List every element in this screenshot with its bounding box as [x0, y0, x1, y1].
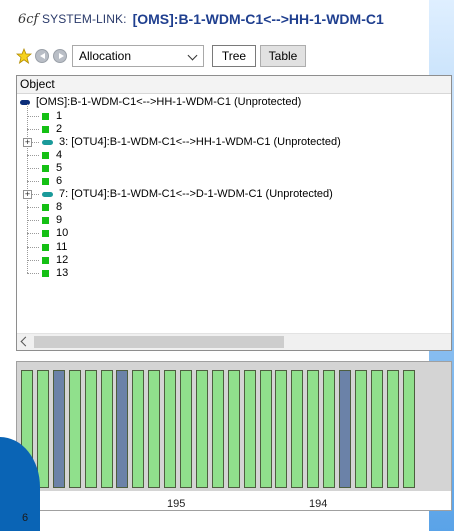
- tree-node-label: 4: [56, 148, 63, 161]
- slot-free[interactable]: [386, 370, 399, 488]
- timeslot-icon: [42, 269, 49, 277]
- object-tree: [OMS]:B-1-WDM-C1<-->HH-1-WDM-C1 (Unprote…: [17, 94, 451, 334]
- timeslot-icon: [42, 230, 49, 238]
- tree-node-label: 10: [56, 227, 69, 240]
- horizontal-scrollbar[interactable]: [17, 333, 451, 350]
- timeslot-icon: [42, 178, 49, 185]
- chevron-down-icon: [187, 50, 198, 61]
- title-prefix: SYSTEM-LINK:: [42, 12, 127, 26]
- tree-root-row[interactable]: [OMS]:B-1-WDM-C1<-->HH-1-WDM-C1 (Unprote…: [20, 96, 301, 109]
- slot-free[interactable]: [180, 370, 192, 488]
- tree-leaf-row[interactable]: 13: [17, 267, 68, 280]
- expand-icon[interactable]: +: [23, 190, 32, 200]
- toolbar: Allocation Tree Table: [16, 42, 452, 70]
- table-view-button[interactable]: Table: [260, 45, 306, 67]
- timeslot-icon: [42, 125, 49, 133]
- slot-free[interactable]: [100, 370, 113, 488]
- expand-icon[interactable]: +: [23, 137, 32, 147]
- view-mode-dropdown[interactable]: Allocation: [72, 45, 204, 67]
- tree-node-label: 1: [56, 109, 63, 122]
- timeslot-icon: [42, 243, 49, 251]
- object-tree-panel: Object [OMS]:B-1-WDM-C1<-->HH-1-WDM-C1 (…: [16, 75, 452, 351]
- tree-leaf-row[interactable]: 2: [17, 123, 62, 136]
- tree-leaf-row[interactable]: 6: [17, 175, 62, 188]
- tree-leaf-row[interactable]: 8: [17, 201, 62, 214]
- slot-free[interactable]: [132, 370, 145, 488]
- tree-node-label: 2: [56, 122, 63, 135]
- tree-leaf-row[interactable]: 4: [17, 149, 62, 162]
- tree-node-label: 13: [56, 266, 69, 279]
- slot-free[interactable]: [195, 370, 208, 488]
- timeslot-icon: [42, 164, 49, 172]
- timeslot-icon: [42, 204, 49, 212]
- page-title: [OMS]:B-1-WDM-C1<-->HH-1-WDM-C1: [132, 11, 384, 27]
- tree-leaf-row[interactable]: 9: [17, 214, 62, 227]
- tree-node-label: 12: [56, 253, 69, 266]
- spectrum-slot-view: 195 194: [16, 361, 452, 511]
- tree-node-label: 5: [56, 161, 63, 174]
- timeslot-icon: [42, 256, 49, 264]
- tree-leaf-row[interactable]: 10: [17, 227, 68, 240]
- tree-leaf-row[interactable]: 5: [17, 162, 62, 175]
- tree-leaf-row[interactable]: 12: [17, 254, 68, 267]
- tree-node-label: 7: [OTU4]:B-1-WDM-C1<-->D-1-WDM-C1 (Unpr…: [59, 188, 333, 201]
- slot-free[interactable]: [323, 370, 336, 488]
- slot-used[interactable]: [116, 370, 129, 488]
- slot-free[interactable]: [36, 370, 49, 488]
- slot-axis: 195 194: [17, 491, 451, 510]
- slot-used[interactable]: [52, 370, 65, 488]
- column-header-object[interactable]: Object: [17, 76, 451, 94]
- slot-axis-label-0: 6: [22, 512, 29, 524]
- slot-free[interactable]: [259, 370, 272, 488]
- tree-node-label: 3: [OTU4]:B-1-WDM-C1<-->HH-1-WDM-C1 (Unp…: [59, 135, 341, 148]
- slot-free[interactable]: [148, 370, 161, 488]
- timeslot-icon: [42, 151, 49, 159]
- slot-free[interactable]: [68, 370, 81, 488]
- view-mode-value: Allocation: [79, 49, 132, 63]
- slot-free[interactable]: [291, 370, 304, 488]
- system-link-icon: 6cf: [18, 11, 39, 27]
- slot-free[interactable]: [84, 370, 97, 488]
- scrollbar-thumb[interactable]: [34, 336, 284, 348]
- slot-free[interactable]: [370, 370, 383, 488]
- nav-forward-icon[interactable]: [52, 48, 68, 64]
- star-icon[interactable]: [16, 48, 32, 64]
- timeslot-icon: [42, 217, 49, 225]
- otu-link-icon: [42, 139, 53, 145]
- slot-free[interactable]: [307, 370, 320, 488]
- tree-node-label: 9: [56, 214, 63, 227]
- otu-link-icon: [42, 192, 53, 198]
- tree-root-label: [OMS]:B-1-WDM-C1<-->HH-1-WDM-C1 (Unprote…: [36, 96, 302, 108]
- tree-leaf-row[interactable]: 1: [17, 110, 62, 123]
- slot-axis-label-1: 195: [167, 498, 186, 510]
- slot-free[interactable]: [402, 370, 415, 488]
- tree-link-row[interactable]: +7: [OTU4]:B-1-WDM-C1<-->D-1-WDM-C1 (Unp…: [17, 188, 333, 201]
- tree-node-label: 8: [56, 201, 63, 214]
- slot-free[interactable]: [227, 370, 240, 488]
- slot-used[interactable]: [339, 370, 351, 488]
- oms-link-icon: [20, 100, 30, 105]
- scroll-left-icon[interactable]: [20, 336, 31, 347]
- tree-view-button[interactable]: Tree: [212, 45, 256, 67]
- slot-free[interactable]: [275, 370, 288, 488]
- tree-node-label: 6: [56, 175, 63, 187]
- nav-back-icon[interactable]: [34, 48, 50, 64]
- slot-free[interactable]: [243, 370, 256, 488]
- slot-free[interactable]: [354, 370, 367, 488]
- title-bar: 6cf SYSTEM-LINK: [OMS]:B-1-WDM-C1<-->HH-…: [0, 0, 454, 38]
- tree-link-row[interactable]: +3: [OTU4]:B-1-WDM-C1<-->HH-1-WDM-C1 (Un…: [17, 136, 341, 149]
- slot-free[interactable]: [211, 370, 224, 488]
- timeslot-icon: [42, 112, 49, 120]
- tree-leaf-row[interactable]: 11: [17, 241, 67, 254]
- tree-node-label: 11: [56, 240, 68, 253]
- slot-axis-label-2: 194: [309, 498, 328, 510]
- slot-free[interactable]: [164, 370, 177, 488]
